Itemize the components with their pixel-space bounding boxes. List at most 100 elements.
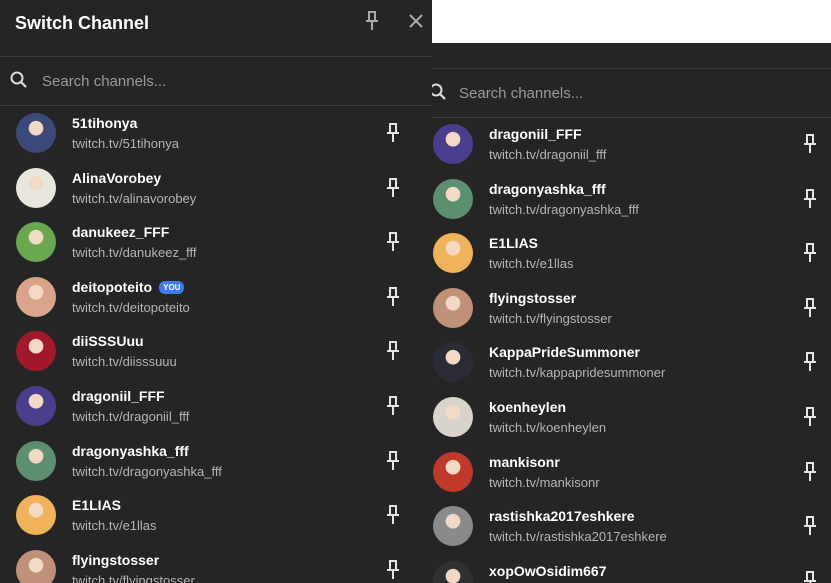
channel-list: dragoniil_FFF twitch.tv/dragoniil_fff drag… [432, 117, 831, 583]
avatar [16, 331, 56, 372]
channel-name-text: AlinaVorobey [72, 169, 162, 186]
avatar [433, 342, 473, 383]
channel-name: KappaPrideSummoner [489, 344, 640, 360]
channel-name-text: koenheylen [489, 398, 567, 415]
channel-url: twitch.tv/flyingstosser [489, 310, 612, 326]
avatar [16, 440, 56, 481]
channel-name-text: xopOwOsidim667 [489, 562, 607, 579]
channel-name: diiSSSUuu [72, 333, 144, 349]
channel-name: rastishka2017eshkere [489, 508, 635, 524]
avatar [433, 233, 473, 274]
search-input[interactable] [40, 67, 344, 95]
channel-item[interactable]: 51tihonya twitch.tv/51tihonya [0, 106, 432, 161]
avatar [16, 549, 56, 583]
pin-icon[interactable] [385, 504, 401, 526]
channel-item[interactable]: dragonyashka_fff twitch.tv/dragonyashka_f… [432, 172, 831, 227]
channel-item[interactable]: dragoniil_FFF twitch.tv/dragoniil_fff [432, 117, 831, 172]
avatar [433, 451, 473, 492]
channel-item[interactable]: AlinaVorobey twitch.tv/alinavorobey [0, 161, 432, 216]
channel-name: xopOwOsidim667 [489, 563, 606, 579]
pin-icon[interactable] [802, 570, 818, 583]
channel-name-text: flyingstosser [489, 289, 577, 306]
channel-url: twitch.tv/dragoniil_fff [489, 147, 607, 162]
channel-name-text: danukeez_FFF [72, 224, 170, 241]
channel-item[interactable]: danukeez_FFF twitch.tv/danukeez_fff [0, 215, 432, 270]
channel-url: twitch.tv/rastishka2017eshkere [489, 529, 667, 545]
avatar [16, 222, 56, 263]
channel-url: twitch.tv/mankisonr [489, 474, 600, 490]
channel-item[interactable]: deitopoteito YOU twitch.tv/deitopoteito [0, 270, 432, 325]
avatar [16, 495, 56, 536]
channel-item[interactable]: dragoniil_FFF twitch.tv/dragoniil_fff [0, 379, 432, 434]
pin-icon[interactable] [385, 559, 401, 581]
channel-name: dragoniil_FFF [72, 388, 165, 404]
pin-icon[interactable] [802, 461, 818, 483]
channel-name-text: E1LIAS [72, 497, 122, 514]
switch-channel-panel-scrolled: dragoniil_FFF twitch.tv/dragoniil_fffdrag… [432, 0, 831, 583]
channel-item[interactable]: E1LIAS twitch.tv/e1llas [0, 488, 432, 543]
channel-name: deitopoteito YOU [72, 278, 185, 295]
avatar [433, 560, 473, 583]
channel-item[interactable]: dragonyashka_fff twitch.tv/dragonyashka_f… [0, 434, 432, 489]
pin-icon[interactable] [802, 515, 818, 537]
channel-name: flyingstosser [489, 290, 576, 306]
avatar [433, 287, 473, 328]
channel-url: twitch.tv/51tihonya [72, 136, 179, 151]
pin-icon[interactable] [385, 286, 401, 308]
channel-name-text: rastishka2017eshkere [489, 508, 635, 525]
channel-item[interactable]: mankisonr twitch.tv/mankisonr [432, 445, 831, 500]
avatar [16, 276, 56, 317]
pin-icon[interactable] [385, 177, 401, 199]
channel-name: dragoniil_FFF [489, 126, 582, 142]
channel-name-text: KappaPrideSummoner [489, 344, 640, 361]
pin-icon[interactable] [385, 395, 401, 417]
channel-url: twitch.tv/flyingstosser [72, 572, 195, 583]
pin-icon[interactable] [385, 122, 401, 144]
panel-title: Switch Channel [15, 13, 150, 33]
pin-icon[interactable] [802, 242, 818, 264]
pin-icon[interactable] [802, 188, 818, 210]
avatar [433, 506, 473, 547]
channel-item[interactable]: rastishka2017eshkere twitch.tv/rastishka2… [432, 499, 831, 554]
search-bar [432, 68, 831, 118]
switch-channel-panel: Switch Channel 51tihonya twitch.tv/51tiho… [0, 0, 433, 583]
channel-url: twitch.tv/koenheylen [489, 419, 607, 435]
pin-icon[interactable] [802, 133, 818, 155]
channel-name-text: flyingstosser [72, 551, 160, 568]
channel-url: twitch.tv/e1llas [72, 518, 157, 534]
channel-list: 51tihonya twitch.tv/51tihonya AlinaVorobey… [0, 106, 432, 583]
channel-name-text: deitopoteito [72, 278, 153, 295]
channel-item[interactable]: koenheylen twitch.tv/koenheylen [432, 390, 831, 445]
avatar [16, 385, 56, 426]
channel-item[interactable]: E1LIAS twitch.tv/e1llas [432, 226, 831, 281]
channel-url: twitch.tv/dragonyashka_fff [72, 463, 222, 479]
search-input[interactable] [457, 79, 761, 107]
channel-name: E1LIAS [489, 235, 538, 251]
pin-icon[interactable] [802, 406, 818, 428]
channel-url: twitch.tv/danukeez_fff [72, 245, 197, 261]
you-badge: YOU [159, 280, 185, 294]
pin-icon[interactable] [362, 10, 382, 32]
pin-icon[interactable] [802, 297, 818, 319]
search-icon [432, 83, 446, 100]
avatar [16, 167, 56, 208]
channel-url: twitch.tv/deitopoteito [72, 299, 190, 315]
channel-item[interactable]: flyingstosser twitch.tv/flyingstosser [432, 281, 831, 336]
channel-name: koenheylen [489, 399, 566, 415]
channel-name-text: dragonyashka_fff [489, 180, 606, 197]
pin-icon[interactable] [802, 351, 818, 373]
pin-icon[interactable] [385, 231, 401, 253]
channel-item[interactable]: diiSSSUuu twitch.tv/diisssuuu [0, 324, 432, 379]
channel-name: danukeez_FFF [72, 224, 169, 240]
search-icon [10, 71, 27, 88]
pin-icon[interactable] [385, 450, 401, 472]
channel-name-text: E1LIAS [489, 235, 539, 252]
channel-url: twitch.tv/kappapridesummoner [489, 365, 666, 381]
channel-item[interactable]: KappaPrideSummoner twitch.tv/kappapridesu… [432, 335, 831, 390]
channel-name-text: dragoniil_FFF [489, 126, 582, 142]
pin-icon[interactable] [385, 340, 401, 362]
close-icon[interactable] [405, 10, 427, 32]
channel-item[interactable]: flyingstosser twitch.tv/flyingstosser [0, 543, 432, 583]
channel-item[interactable]: xopOwOsidim667twitch.tv/xopowosidim667 [432, 554, 831, 583]
avatar [433, 124, 473, 164]
